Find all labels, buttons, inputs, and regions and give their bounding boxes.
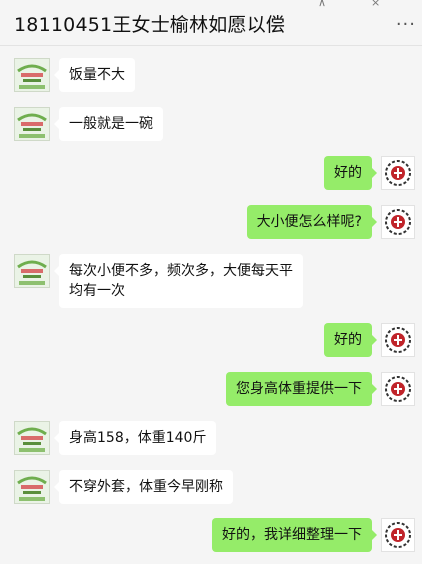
message-text: 不穿外套，体重今早刚称 xyxy=(69,479,223,495)
contact-avatar[interactable] xyxy=(14,470,50,504)
message-text: 均有一次 xyxy=(69,283,125,299)
message-text: 身高158，体重140斤 xyxy=(69,430,207,446)
message-text: 饭量不大 xyxy=(69,67,125,83)
message-text: 您身高体重提供一下 xyxy=(236,381,362,397)
my-avatar[interactable] xyxy=(381,372,415,406)
message-bubble-incoming: 身高158，体重140斤 xyxy=(53,421,217,455)
message-bubble-incoming: 不穿外套，体重今早刚称 xyxy=(54,470,233,504)
message-bubble-outgoing: 大小便怎么样呢? xyxy=(246,205,378,239)
message-bubble-outgoing: 好的 xyxy=(324,323,377,357)
message-bubble-outgoing: 好的，我详细整理一下 xyxy=(212,518,377,552)
contact-avatar[interactable] xyxy=(14,254,50,288)
contact-avatar[interactable] xyxy=(14,58,50,92)
pin-icon[interactable]: ⊼ xyxy=(318,0,326,8)
message-bubble-incoming: 一般就是一碗 xyxy=(54,107,163,141)
contact-avatar[interactable] xyxy=(14,421,50,455)
message-bubble-outgoing: 您身高体重提供一下 xyxy=(226,372,377,406)
my-avatar[interactable] xyxy=(381,323,415,357)
message-text: 好的 xyxy=(334,165,362,181)
message-bubble-incoming: 每次小便不多，频次多，大便每天平 均有一次 xyxy=(54,254,303,308)
chat-title: 18110451王女士榆林如愿以偿 xyxy=(14,14,286,36)
my-avatar[interactable] xyxy=(381,156,415,190)
my-avatar[interactable] xyxy=(381,205,415,239)
message-text: 好的 xyxy=(334,332,362,348)
message-bubble-outgoing: 好的 xyxy=(324,156,377,190)
message-text: 一般就是一碗 xyxy=(69,116,153,132)
close-icon[interactable]: × xyxy=(371,0,380,8)
chat-header: 18110451王女士榆林如愿以偿 ⊼ × ··· xyxy=(0,0,422,46)
my-avatar[interactable] xyxy=(381,518,415,552)
message-text: 好的，我详细整理一下 xyxy=(222,527,362,543)
contact-avatar[interactable] xyxy=(14,107,50,141)
message-bubble-incoming: 饭量不大 xyxy=(54,58,135,92)
message-text: 大小便怎么样呢? xyxy=(256,214,362,230)
message-text: 每次小便不多，频次多，大便每天平 xyxy=(69,263,293,279)
more-dots-icon[interactable]: ··· xyxy=(396,14,416,35)
